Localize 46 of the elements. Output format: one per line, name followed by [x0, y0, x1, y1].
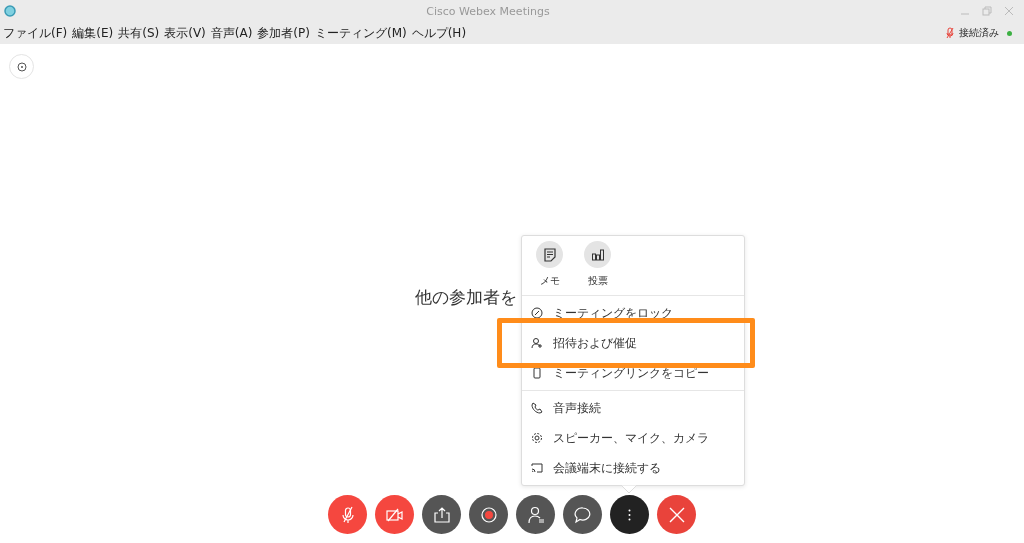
- mute-button[interactable]: [328, 495, 367, 534]
- leave-button[interactable]: [657, 495, 696, 534]
- copy-icon: [531, 367, 543, 379]
- menu-option[interactable]: スピーカー、マイク、カメラ: [522, 423, 744, 453]
- info-icon: [16, 61, 27, 72]
- share-icon: [432, 505, 451, 524]
- menu-item[interactable]: 表示(V): [164, 24, 206, 42]
- video-button[interactable]: [375, 495, 414, 534]
- action-label: 投票: [587, 274, 608, 288]
- window-title: Cisco Webex Meetings: [425, 4, 551, 18]
- participants-button[interactable]: [516, 495, 555, 534]
- notes-button[interactable]: [536, 241, 563, 268]
- lock-icon: [531, 307, 543, 319]
- menu-option[interactable]: 会議端末に接続する: [522, 453, 744, 483]
- menu-item[interactable]: ヘルプ(H): [411, 24, 467, 42]
- menu-item[interactable]: 参加者(P): [257, 24, 310, 42]
- menu-item[interactable]: ファイル(F): [3, 24, 68, 42]
- menu-item[interactable]: 音声(A): [210, 24, 253, 42]
- menu-item[interactable]: 編集(E): [72, 24, 114, 42]
- gear-icon: [531, 432, 543, 444]
- menu-item[interactable]: 共有(S): [118, 24, 160, 42]
- cast-icon: [531, 462, 543, 474]
- connection-status: 接続済み: [959, 26, 999, 40]
- info-button[interactable]: [9, 54, 34, 79]
- microphone-icon: [946, 27, 954, 39]
- close-icon: [667, 505, 686, 524]
- invite-icon: [531, 337, 543, 349]
- menu-option[interactable]: ミーティングリンクをコピー: [522, 358, 744, 388]
- menu-item[interactable]: ミーティング(M): [314, 24, 407, 42]
- chat-icon: [573, 505, 592, 524]
- bar-chart-icon: [590, 247, 605, 262]
- more-button[interactable]: [610, 495, 649, 534]
- poll-button[interactable]: [584, 241, 611, 268]
- menu-option[interactable]: 招待および催促: [522, 328, 744, 358]
- record-button[interactable]: [469, 495, 508, 534]
- more-icon: [628, 508, 631, 521]
- action-label: メモ: [539, 274, 560, 288]
- share-button[interactable]: [422, 495, 461, 534]
- phone-icon: [531, 402, 543, 414]
- note-icon: [542, 247, 557, 262]
- chat-button[interactable]: [563, 495, 602, 534]
- waiting-message: 他の参加者を: [415, 286, 517, 309]
- app-logo-icon: [4, 5, 16, 17]
- menu-option[interactable]: 音声接続: [522, 393, 744, 423]
- person-icon: [526, 505, 545, 524]
- record-icon: [479, 505, 498, 524]
